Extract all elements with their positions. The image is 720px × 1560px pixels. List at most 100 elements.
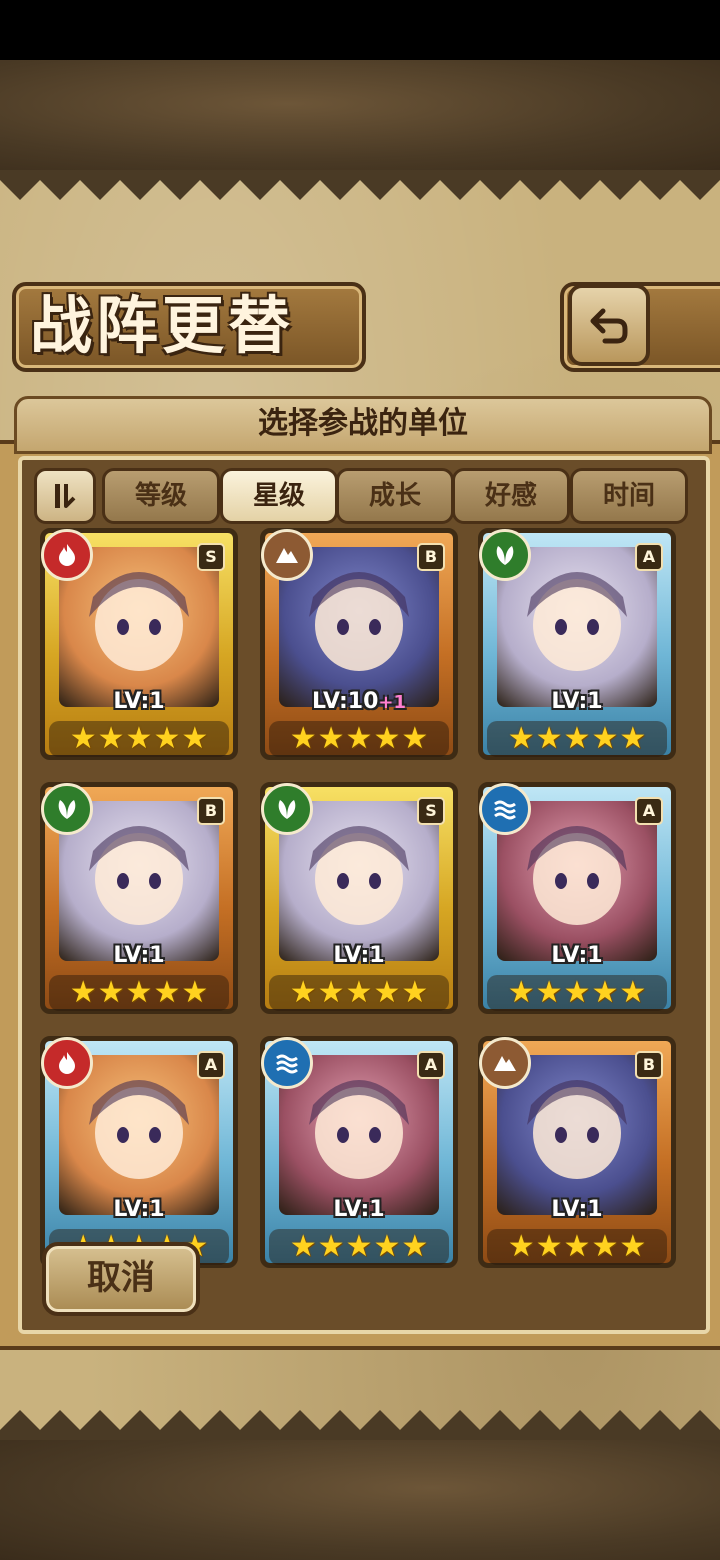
star-rating: ★★★★★ bbox=[269, 975, 449, 1011]
star-icon: ★ bbox=[619, 975, 647, 1010]
unit-card[interactable]: B LV:1 ★ ★ ★ ★ ★ bbox=[40, 782, 238, 1014]
star-icon: ★ bbox=[289, 975, 317, 1010]
star-icon: ★ bbox=[317, 721, 345, 756]
unit-level: LV:1 bbox=[483, 943, 671, 968]
star-icon: ★ bbox=[507, 975, 535, 1010]
star-icon: ★ bbox=[591, 721, 619, 756]
earth-element-icon bbox=[261, 529, 313, 581]
fire-element-icon bbox=[41, 529, 93, 581]
rank-badge: A bbox=[635, 797, 663, 825]
star-rating: ★★★★★ bbox=[487, 721, 667, 757]
star-rating: ★★★★★ bbox=[487, 975, 667, 1011]
rank-badge: B bbox=[197, 797, 225, 825]
star-icon: ★ bbox=[125, 975, 153, 1010]
level-text: LV:1 bbox=[113, 943, 165, 968]
star-icon: ★ bbox=[401, 1229, 429, 1264]
level-text: LV:1 bbox=[333, 943, 385, 968]
earth-element-icon bbox=[479, 1037, 531, 1089]
rank-badge: A bbox=[417, 1051, 445, 1079]
return-arrow-icon bbox=[590, 308, 628, 344]
level-text: LV:1 bbox=[551, 943, 603, 968]
unit-card[interactable]: B LV:10+1 ★ ★ ★ ★ ★ bbox=[260, 528, 458, 760]
fire-element-icon bbox=[41, 1037, 93, 1089]
star-icon: ★ bbox=[345, 721, 373, 756]
star-icon: ★ bbox=[619, 721, 647, 756]
water-element-icon bbox=[261, 1037, 313, 1089]
map-background-bottom bbox=[0, 1440, 720, 1560]
unit-card[interactable]: ALV:1★★★★★ bbox=[40, 1036, 238, 1268]
rank-badge: A bbox=[197, 1051, 225, 1079]
level-text: LV:1 bbox=[333, 1197, 385, 1222]
sort-order-icon bbox=[55, 484, 76, 508]
grass-element-icon bbox=[41, 783, 93, 835]
unit-card[interactable]: ALV:1★★★★★ bbox=[478, 782, 676, 1014]
grass-element-icon bbox=[261, 783, 313, 835]
star-icon: ★ bbox=[563, 975, 591, 1010]
tab-time[interactable]: 时间 bbox=[570, 468, 688, 524]
unit-level: LV:1 bbox=[483, 1197, 671, 1222]
star-icon: ★ bbox=[289, 721, 317, 756]
tab-level[interactable]: 等级 bbox=[102, 468, 220, 524]
map-background-top bbox=[0, 60, 720, 170]
star-icon: ★ bbox=[181, 721, 209, 756]
star-icon: ★ bbox=[345, 1229, 373, 1264]
star-icon: ★ bbox=[591, 975, 619, 1010]
star-icon: ★ bbox=[345, 975, 373, 1010]
star-icon: ★ bbox=[153, 721, 181, 756]
star-icon: ★ bbox=[69, 721, 97, 756]
star-icon: ★ bbox=[153, 975, 181, 1010]
star-icon: ★ bbox=[181, 975, 209, 1010]
star-icon: ★ bbox=[317, 975, 345, 1010]
star-icon: ★ bbox=[535, 975, 563, 1010]
level-text: LV:1 bbox=[551, 1197, 603, 1222]
unit-card[interactable]: S LV:1 ★ ★ ★ ★ ★ bbox=[260, 782, 458, 1014]
cancel-button[interactable]: 取消 bbox=[42, 1242, 200, 1316]
star-icon: ★ bbox=[401, 975, 429, 1010]
star-icon: ★ bbox=[289, 1229, 317, 1264]
rank-badge: S bbox=[197, 543, 225, 571]
panel-subtitle: 选择参战的单位 bbox=[14, 396, 712, 454]
star-icon: ★ bbox=[373, 721, 401, 756]
unit-card[interactable]: S LV:1 ★ ★ ★ ★ ★ bbox=[40, 528, 238, 760]
status-bar bbox=[0, 0, 720, 60]
star-rating: ★★★★★ bbox=[269, 721, 449, 757]
level-text: LV:1 bbox=[113, 1197, 165, 1222]
star-rating: ★★★★★ bbox=[49, 721, 229, 757]
star-icon: ★ bbox=[535, 721, 563, 756]
unit-level: LV:1 bbox=[265, 943, 453, 968]
star-icon: ★ bbox=[507, 721, 535, 756]
star-icon: ★ bbox=[125, 721, 153, 756]
star-icon: ★ bbox=[563, 1229, 591, 1264]
star-icon: ★ bbox=[97, 975, 125, 1010]
star-icon: ★ bbox=[69, 975, 97, 1010]
star-icon: ★ bbox=[591, 1229, 619, 1264]
unit-card[interactable]: A LV:1 ★★★★★ bbox=[260, 1036, 458, 1268]
tab-stars[interactable]: 星级 bbox=[220, 468, 338, 524]
star-rating: ★★★★★ bbox=[487, 1229, 667, 1265]
page-title: 战阵更替 bbox=[30, 289, 295, 362]
tab-growth[interactable]: 成长 bbox=[336, 468, 454, 524]
star-icon: ★ bbox=[401, 721, 429, 756]
unit-level: LV:1 bbox=[45, 689, 233, 714]
grass-element-icon bbox=[479, 529, 531, 581]
star-icon: ★ bbox=[507, 1229, 535, 1264]
level-bonus: +1 bbox=[378, 692, 407, 713]
back-button[interactable] bbox=[568, 284, 650, 366]
unit-level: LV:10+1 bbox=[265, 689, 453, 714]
star-rating: ★★★★★ bbox=[49, 975, 229, 1011]
star-icon: ★ bbox=[317, 1229, 345, 1264]
level-text: LV:1 bbox=[113, 689, 165, 714]
torn-edge-bottom bbox=[0, 1410, 720, 1440]
star-rating: ★★★★★ bbox=[269, 1229, 449, 1265]
level-text: LV:10 bbox=[311, 689, 379, 714]
unit-card[interactable]: B LV:1 ★ ★ ★ ★ ★ bbox=[478, 1036, 676, 1268]
star-icon: ★ bbox=[619, 1229, 647, 1264]
sort-order-toggle[interactable] bbox=[34, 468, 96, 524]
unit-level: LV:1 bbox=[265, 1197, 453, 1222]
torn-edge-top bbox=[0, 170, 720, 200]
star-icon: ★ bbox=[97, 721, 125, 756]
unit-card[interactable]: ALV:1★★★★★ bbox=[478, 528, 676, 760]
tab-affection[interactable]: 好感 bbox=[452, 468, 570, 524]
star-icon: ★ bbox=[563, 721, 591, 756]
unit-level: LV:1 bbox=[45, 943, 233, 968]
